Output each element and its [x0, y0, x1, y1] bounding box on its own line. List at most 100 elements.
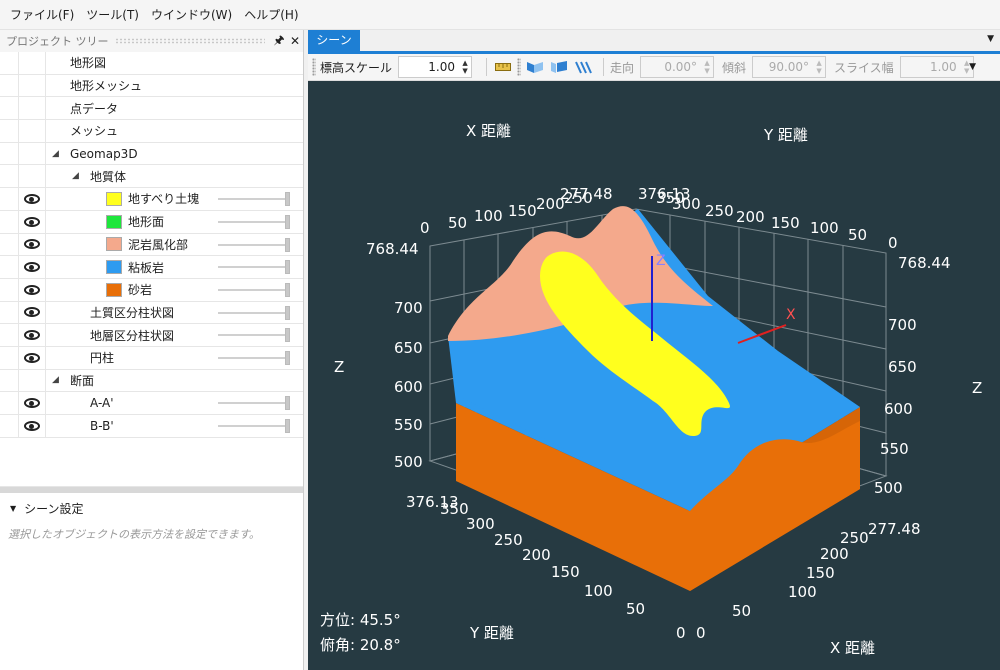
visibility-cell[interactable]	[18, 415, 46, 437]
visibility-cell[interactable]	[18, 233, 46, 256]
color-swatch[interactable]	[106, 191, 122, 206]
slider-track[interactable]	[218, 266, 290, 269]
visibility-cell[interactable]	[18, 278, 46, 301]
panel-splitter[interactable]	[0, 487, 303, 493]
eye-icon[interactable]	[24, 330, 40, 341]
visibility-cell[interactable]	[18, 97, 46, 120]
opacity-slider[interactable]	[218, 392, 296, 414]
eye-icon[interactable]	[24, 420, 40, 431]
slider-track[interactable]	[218, 243, 290, 246]
visibility-cell[interactable]	[18, 188, 46, 210]
opacity-slider[interactable]	[218, 211, 296, 233]
visibility-cell[interactable]	[18, 120, 46, 142]
multi-slice-icon[interactable]	[573, 58, 593, 76]
pin-icon[interactable]: 🖈	[271, 31, 287, 52]
toolbar-grip[interactable]	[312, 58, 316, 76]
opacity-slider[interactable]	[218, 279, 296, 301]
tree-item[interactable]: ◢ 断面	[0, 369, 303, 393]
slider-track[interactable]	[218, 334, 290, 337]
tree-item[interactable]: 点データ	[0, 97, 303, 121]
eye-icon[interactable]	[24, 239, 40, 250]
menu-help[interactable]: ヘルプ(H)	[238, 0, 304, 30]
opacity-slider[interactable]	[218, 347, 296, 369]
visibility-cell[interactable]	[18, 256, 46, 278]
visibility-cell[interactable]	[18, 165, 46, 188]
slider-thumb[interactable]	[285, 396, 290, 411]
slider-track[interactable]	[218, 288, 290, 291]
eye-icon[interactable]	[24, 284, 40, 295]
opacity-slider[interactable]	[218, 324, 296, 346]
dip-spinner[interactable]: 90.00° ▲ ▼	[752, 56, 827, 78]
color-swatch[interactable]	[106, 282, 122, 297]
menu-file[interactable]: ファイル(F)	[4, 0, 80, 30]
tree-item[interactable]: B-B'	[0, 415, 303, 438]
slider-thumb[interactable]	[285, 260, 290, 275]
tree-item[interactable]: ◢ Geomap3D	[0, 142, 303, 166]
eye-icon[interactable]	[24, 193, 40, 204]
visibility-cell[interactable]	[18, 301, 46, 324]
tree-item[interactable]: 砂岩	[0, 278, 303, 302]
color-swatch[interactable]	[106, 260, 122, 275]
visibility-cell[interactable]	[18, 74, 46, 97]
visibility-cell[interactable]	[18, 210, 46, 233]
dip-value[interactable]: 90.00°	[753, 60, 813, 74]
slider-thumb[interactable]	[285, 305, 290, 320]
ruler-icon[interactable]	[493, 58, 513, 76]
visibility-cell[interactable]	[18, 392, 46, 414]
slider-track[interactable]	[218, 425, 290, 427]
spinner-arrows-icon[interactable]: ▲ ▼	[813, 59, 825, 75]
slider-track[interactable]	[218, 220, 290, 223]
slice-planes-icon[interactable]	[549, 58, 569, 76]
menu-window[interactable]: ウインドウ(W)	[145, 0, 238, 30]
visibility-cell[interactable]	[18, 369, 46, 392]
opacity-slider[interactable]	[218, 256, 296, 278]
slice-width-value[interactable]: 1.00	[901, 60, 961, 74]
strike-value[interactable]: 0.00°	[641, 60, 701, 74]
close-icon[interactable]: ✕	[287, 34, 303, 48]
tree-item[interactable]: 地形メッシュ	[0, 74, 303, 98]
slice-width-spinner[interactable]: 1.00 ▲ ▼	[899, 56, 974, 78]
scene-viewport[interactable]: Z X X 距離 Y 距離 Z Z Y 距離 X 距離 768.44 700 6…	[308, 81, 1000, 670]
slider-thumb[interactable]	[285, 419, 290, 433]
tree-item[interactable]: 地すべり土塊	[0, 188, 303, 211]
slider-thumb[interactable]	[285, 350, 290, 365]
spinner-arrows-icon[interactable]: ▲ ▼	[459, 59, 471, 75]
tree-item[interactable]: 土質区分柱状図	[0, 301, 303, 325]
tree-item[interactable]: 粘板岩	[0, 256, 303, 279]
eye-icon[interactable]	[24, 262, 40, 273]
toolbar-overflow-icon[interactable]: ▼	[969, 62, 976, 72]
slider-track[interactable]	[218, 402, 290, 405]
expander-icon[interactable]: ◢	[52, 149, 59, 159]
toolbar-grip[interactable]	[517, 58, 522, 76]
elevation-scale-spinner[interactable]: 1.00 ▲ ▼	[398, 56, 473, 78]
tree-item[interactable]: 円柱	[0, 346, 303, 370]
slider-thumb[interactable]	[285, 282, 290, 297]
strike-spinner[interactable]: 0.00° ▲ ▼	[640, 56, 715, 78]
slider-thumb[interactable]	[285, 328, 290, 343]
opacity-slider[interactable]	[218, 188, 296, 210]
tree-item[interactable]: ◢ 地質体	[0, 165, 303, 189]
scene-canvas[interactable]: Z X X 距離 Y 距離 Z Z Y 距離 X 距離 768.44 700 6…	[308, 81, 1000, 670]
visibility-cell[interactable]	[18, 142, 46, 165]
slider-thumb[interactable]	[285, 237, 290, 252]
tab-scene[interactable]: シーン	[308, 30, 360, 51]
slice-plane-icon[interactable]	[525, 58, 545, 76]
expander-icon[interactable]: ◢	[52, 375, 59, 385]
opacity-slider[interactable]	[218, 302, 296, 324]
slider-track[interactable]	[218, 356, 290, 359]
scene-settings-header[interactable]: ▼ シーン設定	[0, 497, 303, 519]
tab-dropdown-icon[interactable]: ▼	[987, 34, 994, 44]
visibility-cell[interactable]	[18, 346, 46, 369]
tree-item[interactable]: 地形面	[0, 210, 303, 234]
slider-thumb[interactable]	[285, 192, 290, 207]
opacity-slider[interactable]	[218, 234, 296, 256]
tree-item[interactable]: メッシュ	[0, 120, 303, 143]
opacity-slider[interactable]	[218, 415, 296, 437]
eye-icon[interactable]	[24, 352, 40, 363]
panel-grip[interactable]	[114, 38, 265, 44]
visibility-cell[interactable]	[18, 324, 46, 346]
slider-thumb[interactable]	[285, 214, 290, 229]
eye-icon[interactable]	[24, 398, 40, 409]
visibility-cell[interactable]	[18, 52, 46, 74]
color-swatch[interactable]	[106, 237, 122, 252]
